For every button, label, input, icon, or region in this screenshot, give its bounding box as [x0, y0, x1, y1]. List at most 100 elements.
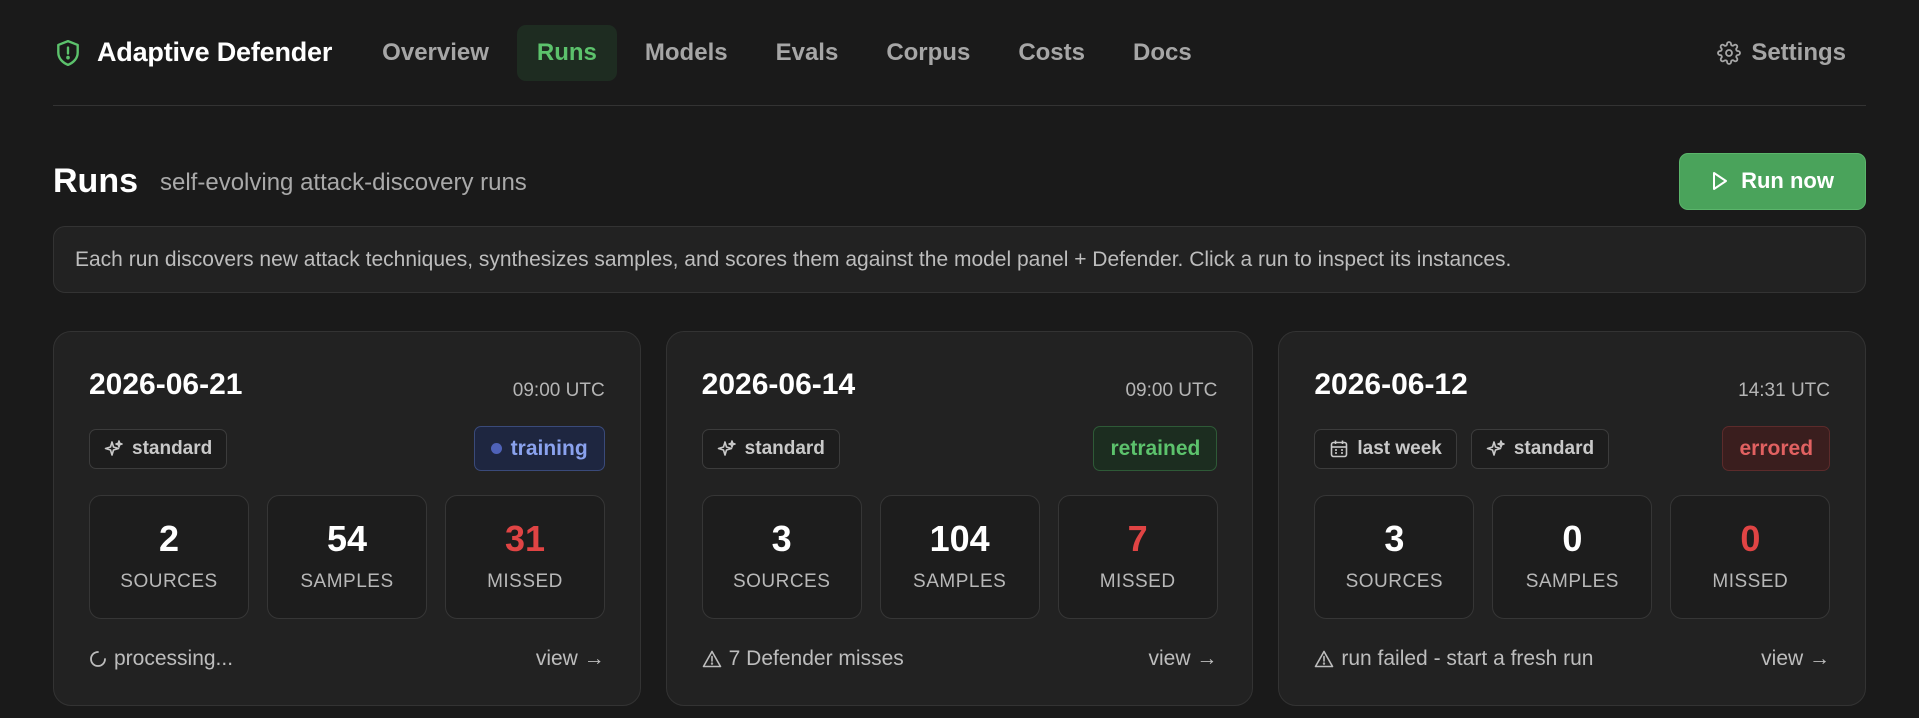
stat-sources: 3 SOURCES — [1314, 495, 1475, 619]
run-card[interactable]: 2026-06-21 09:00 UTC standard training 2… — [53, 331, 641, 706]
nav-costs[interactable]: Costs — [998, 25, 1105, 81]
run-card[interactable]: 2026-06-12 14:31 UTC last week standard — [1278, 331, 1867, 706]
sparkle-icon — [717, 439, 737, 459]
stat-label: SAMPLES — [913, 571, 1007, 592]
stat-label: SAMPLES — [1525, 571, 1619, 592]
view-run-link[interactable]: view → — [1761, 647, 1830, 671]
stat-label: MISSED — [1712, 571, 1789, 592]
run-footer-text: processing... — [114, 647, 234, 670]
stat-missed: 0 MISSED — [1670, 495, 1831, 619]
run-time: 09:00 UTC — [512, 380, 605, 401]
run-footer-note: run failed - start a fresh run — [1314, 647, 1593, 671]
stat-value: 104 — [929, 518, 990, 559]
stat-label: SOURCES — [120, 571, 218, 592]
stat-value: 3 — [1384, 518, 1405, 559]
status-label: errored — [1739, 436, 1814, 460]
runs-grid: 2026-06-21 09:00 UTC standard training 2… — [53, 331, 1867, 706]
nav-runs[interactable]: Runs — [516, 24, 617, 81]
warning-icon — [1314, 650, 1334, 668]
run-tag: standard — [1470, 429, 1610, 469]
page-header: Runs self-evolving attack-discovery runs… — [53, 152, 1866, 210]
run-stats: 2 SOURCES 54 SAMPLES 31 MISSED — [89, 495, 605, 619]
info-banner: Each run discovers new attack techniques… — [53, 226, 1866, 293]
main-nav: Overview Runs Models Evals Corpus Costs … — [362, 24, 1212, 81]
nav-corpus[interactable]: Corpus — [866, 25, 990, 81]
stat-label: SAMPLES — [300, 571, 394, 592]
run-tag-label: standard — [744, 438, 825, 459]
nav-overview[interactable]: Overview — [362, 25, 509, 81]
run-footer: 7 Defender misses view → — [702, 647, 1217, 671]
nav-models[interactable]: Models — [625, 25, 748, 81]
nav-docs[interactable]: Docs — [1113, 25, 1212, 81]
stat-value: 0 — [1562, 518, 1583, 559]
gear-icon — [1717, 40, 1742, 65]
stat-label: SOURCES — [1345, 571, 1444, 592]
status-dot — [490, 443, 502, 454]
page-subtitle: self-evolving attack-discovery runs — [160, 169, 527, 196]
play-icon — [1711, 171, 1729, 191]
stat-value: 7 — [1127, 518, 1148, 559]
run-time: 09:00 UTC — [1125, 380, 1218, 401]
run-footer: run failed - start a fresh run view → — [1314, 647, 1830, 671]
run-stats: 3 SOURCES 0 SAMPLES 0 MISSED — [1314, 495, 1831, 619]
stat-samples: 104 SAMPLES — [879, 495, 1040, 619]
nav-evals[interactable]: Evals — [756, 25, 859, 81]
run-tag: standard — [89, 429, 228, 469]
run-tag-label: last week — [1357, 438, 1442, 459]
view-run-link[interactable]: view → — [1148, 647, 1217, 671]
stat-samples: 0 SAMPLES — [1492, 495, 1653, 619]
run-now-label: Run now — [1741, 168, 1834, 193]
run-footer-note: 7 Defender misses — [702, 647, 904, 671]
run-date: 2026-06-12 — [1314, 368, 1468, 401]
spinner-icon — [89, 650, 107, 668]
page-title: Runs — [53, 161, 138, 200]
run-tags: last week standard — [1314, 429, 1610, 469]
warning-icon — [702, 650, 722, 668]
run-tags: standard — [89, 429, 228, 469]
info-text: Each run discovers new attack techniques… — [75, 247, 1512, 271]
status-badge: retrained — [1093, 426, 1218, 471]
app-root: Adaptive Defender Overview Runs Models E… — [53, 0, 1867, 706]
run-tag: last week — [1314, 429, 1457, 469]
stat-sources: 3 SOURCES — [701, 495, 862, 619]
brand[interactable]: Adaptive Defender — [53, 37, 332, 68]
stat-label: MISSED — [487, 571, 563, 592]
run-stats: 3 SOURCES 104 SAMPLES 7 MISSED — [701, 495, 1218, 619]
settings-button[interactable]: Settings — [1717, 39, 1846, 67]
status-label: retrained — [1110, 436, 1201, 460]
run-footer: processing... view → — [89, 647, 605, 671]
shield-icon — [53, 38, 83, 68]
settings-label: Settings — [1751, 38, 1846, 66]
run-time: 14:31 UTC — [1738, 380, 1831, 401]
run-tag: standard — [701, 429, 840, 469]
run-now-button[interactable]: Run now — [1679, 152, 1866, 210]
sparkle-icon — [104, 439, 124, 459]
stat-label: SOURCES — [732, 571, 831, 592]
calendar-icon — [1329, 439, 1349, 459]
run-card[interactable]: 2026-06-14 09:00 UTC standard retrained … — [665, 331, 1254, 706]
sparkle-icon — [1486, 439, 1506, 459]
run-tag-label: standard — [1513, 438, 1595, 459]
run-date: 2026-06-14 — [701, 368, 856, 401]
status-badge: errored — [1722, 426, 1831, 471]
brand-name: Adaptive Defender — [97, 37, 333, 67]
top-nav-bar: Adaptive Defender Overview Runs Models E… — [53, 0, 1866, 106]
status-label: training — [510, 436, 588, 460]
stat-missed: 31 MISSED — [445, 495, 605, 619]
stat-samples: 54 SAMPLES — [267, 495, 427, 619]
view-run-link[interactable]: view → — [536, 647, 605, 671]
run-footer-text: 7 Defender misses — [728, 647, 904, 670]
stat-value: 3 — [771, 518, 792, 559]
stat-value: 2 — [158, 518, 180, 559]
stat-value: 31 — [504, 518, 546, 559]
stat-value: 0 — [1740, 518, 1761, 559]
run-footer-note: processing... — [89, 647, 233, 671]
stat-missed: 7 MISSED — [1057, 495, 1218, 619]
stat-value: 54 — [326, 518, 368, 559]
stat-sources: 2 SOURCES — [89, 495, 249, 619]
run-tag-label: standard — [132, 438, 213, 459]
status-badge: training — [473, 426, 605, 471]
run-tags: standard — [701, 429, 840, 469]
run-date: 2026-06-21 — [89, 368, 243, 401]
stat-label: MISSED — [1099, 571, 1176, 592]
